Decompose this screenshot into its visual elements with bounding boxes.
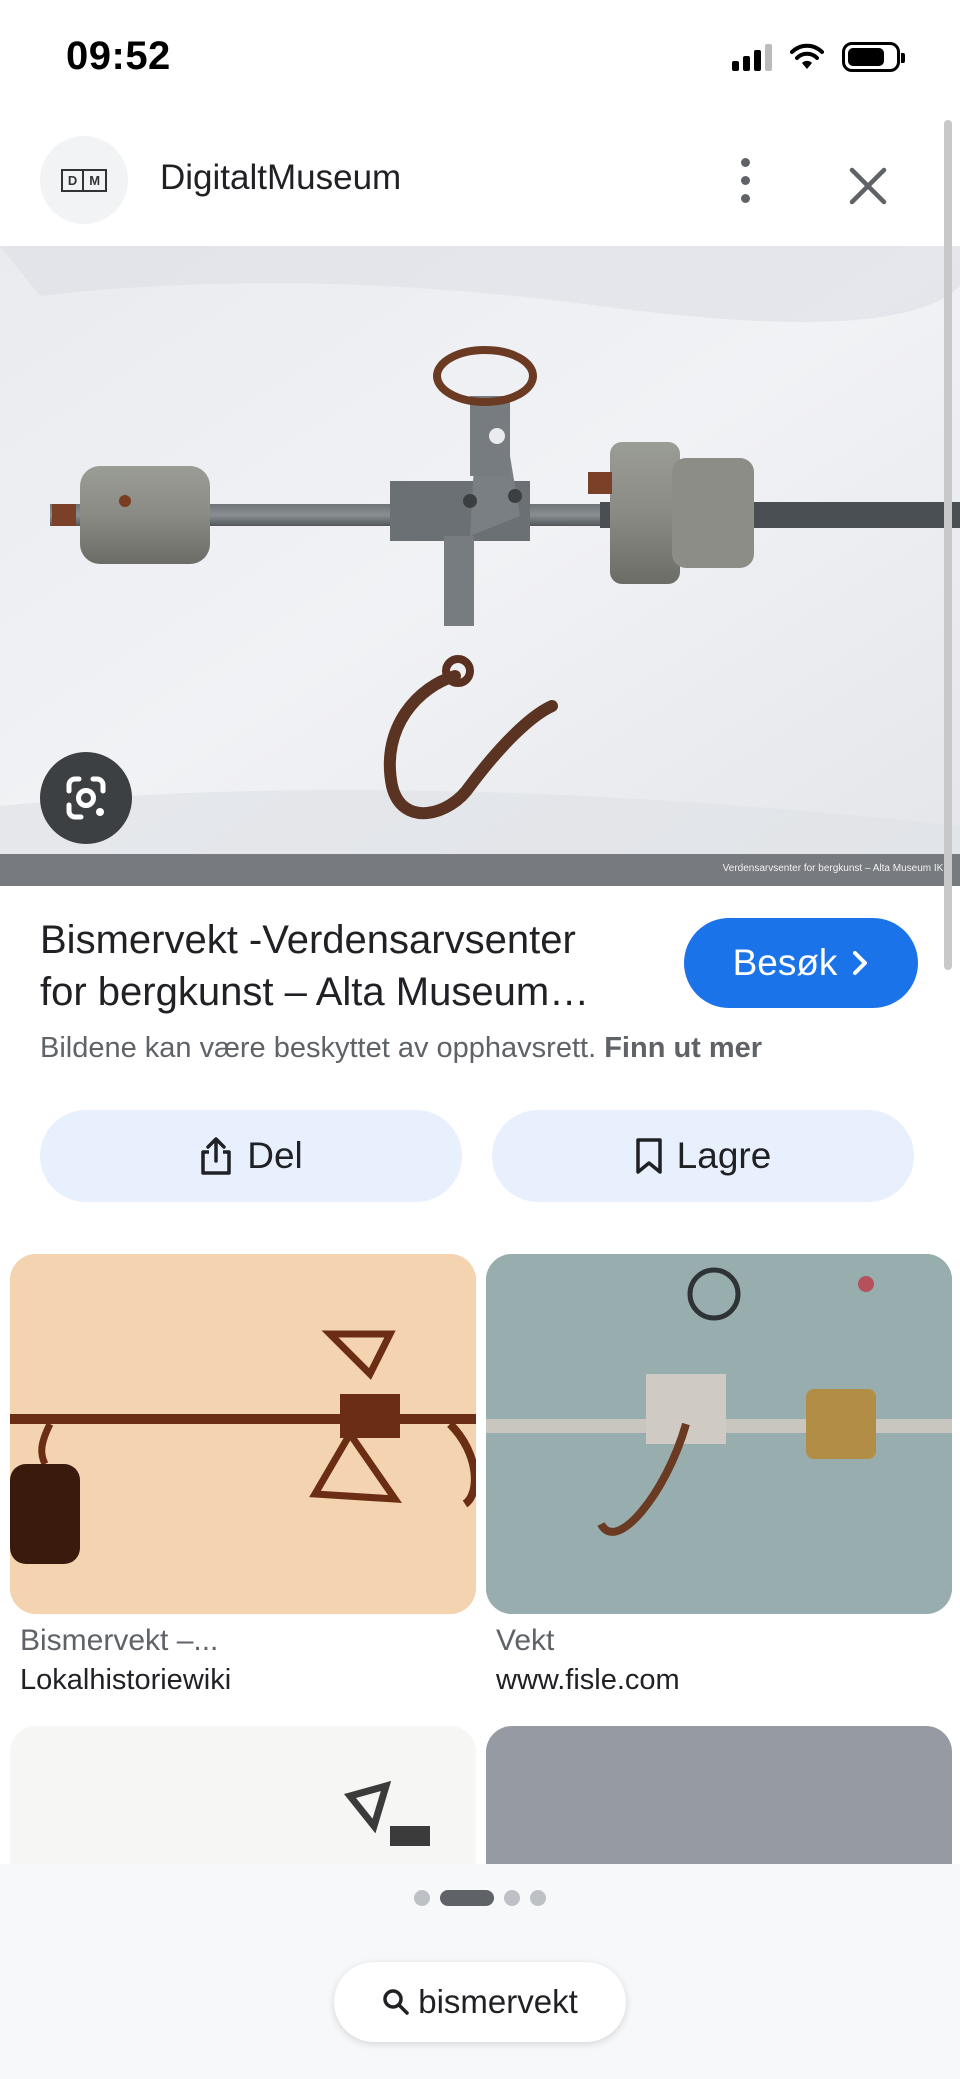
more-vert-icon[interactable] bbox=[725, 148, 765, 212]
battery-icon bbox=[842, 42, 905, 72]
search-query-chip[interactable]: bismervekt bbox=[334, 1962, 626, 2042]
page-dot-active bbox=[440, 1890, 494, 1906]
visit-button[interactable]: Besøk bbox=[684, 918, 918, 1008]
close-icon[interactable] bbox=[838, 156, 898, 216]
share-button[interactable]: Del bbox=[40, 1110, 462, 1202]
scrollbar[interactable] bbox=[944, 120, 952, 970]
related-card[interactable] bbox=[486, 1726, 952, 1864]
search-icon bbox=[383, 1989, 409, 2015]
google-lens-button[interactable] bbox=[40, 752, 132, 844]
site-logo[interactable]: D M bbox=[40, 136, 128, 224]
copyright-notice: Bildene kan være beskyttet av opphavsret… bbox=[40, 1032, 762, 1065]
related-card[interactable] bbox=[10, 1726, 476, 1864]
status-bar: 09:52 bbox=[0, 0, 960, 120]
site-logo-letter-d: D bbox=[67, 172, 78, 188]
share-button-label: Del bbox=[247, 1135, 303, 1176]
related-images-grid: Bismervekt –... Lokalhistoriewiki Vekt w… bbox=[0, 1254, 960, 1864]
related-thumbnail[interactable] bbox=[10, 1726, 476, 1864]
page-dot bbox=[414, 1890, 430, 1906]
google-lens-icon bbox=[66, 776, 106, 820]
related-thumbnail[interactable] bbox=[486, 1254, 952, 1614]
related-card[interactable]: Bismervekt –... Lokalhistoriewiki bbox=[10, 1254, 476, 1697]
image-caption: Verdensarvsenter for bergkunst – Alta Mu… bbox=[722, 863, 950, 874]
wifi-icon bbox=[790, 43, 824, 69]
page-indicator bbox=[0, 1880, 960, 1916]
result-title-line1: Bismervekt -Verdensarvsenter bbox=[40, 918, 576, 962]
related-thumbnail[interactable] bbox=[10, 1254, 476, 1614]
site-header: D M DigitaltMuseum bbox=[0, 120, 960, 246]
site-name[interactable]: DigitaltMuseum bbox=[160, 158, 401, 198]
page-dot bbox=[530, 1890, 546, 1906]
related-thumbnail[interactable] bbox=[486, 1726, 952, 1864]
chevron-right-icon bbox=[853, 951, 868, 975]
cellular-signal-icon bbox=[732, 43, 772, 71]
image-caption-bar: Verdensarvsenter for bergkunst – Alta Mu… bbox=[0, 854, 960, 886]
steelyard-scale-photo bbox=[0, 246, 960, 854]
status-time: 09:52 bbox=[66, 34, 171, 78]
related-source: www.fisle.com bbox=[496, 1664, 680, 1696]
result-title-line2: for bergkunst – Alta Museum… bbox=[40, 970, 590, 1014]
site-logo-mark: D M bbox=[60, 168, 108, 192]
copyright-text: Bildene kan være beskyttet av opphavsret… bbox=[40, 1032, 597, 1064]
related-title: Vekt bbox=[496, 1624, 555, 1657]
visit-button-label: Besøk bbox=[732, 942, 838, 983]
learn-more-link[interactable]: Finn ut mer bbox=[604, 1032, 762, 1064]
related-title: Bismervekt –... bbox=[20, 1624, 219, 1657]
main-image[interactable] bbox=[0, 246, 960, 854]
page-dot bbox=[504, 1890, 520, 1906]
bookmark-icon bbox=[635, 1138, 662, 1174]
site-logo-letter-m: M bbox=[82, 170, 105, 190]
search-query-text: bismervekt bbox=[418, 1983, 578, 2020]
save-button[interactable]: Lagre bbox=[492, 1110, 914, 1202]
status-icons bbox=[732, 42, 905, 72]
result-title[interactable]: Bismervekt -Verdensarvsenter for bergkun… bbox=[40, 914, 650, 1018]
share-icon bbox=[201, 1137, 231, 1175]
save-button-label: Lagre bbox=[676, 1135, 772, 1176]
related-source: Lokalhistoriewiki bbox=[20, 1664, 232, 1696]
related-card[interactable]: Vekt www.fisle.com bbox=[486, 1254, 952, 1697]
